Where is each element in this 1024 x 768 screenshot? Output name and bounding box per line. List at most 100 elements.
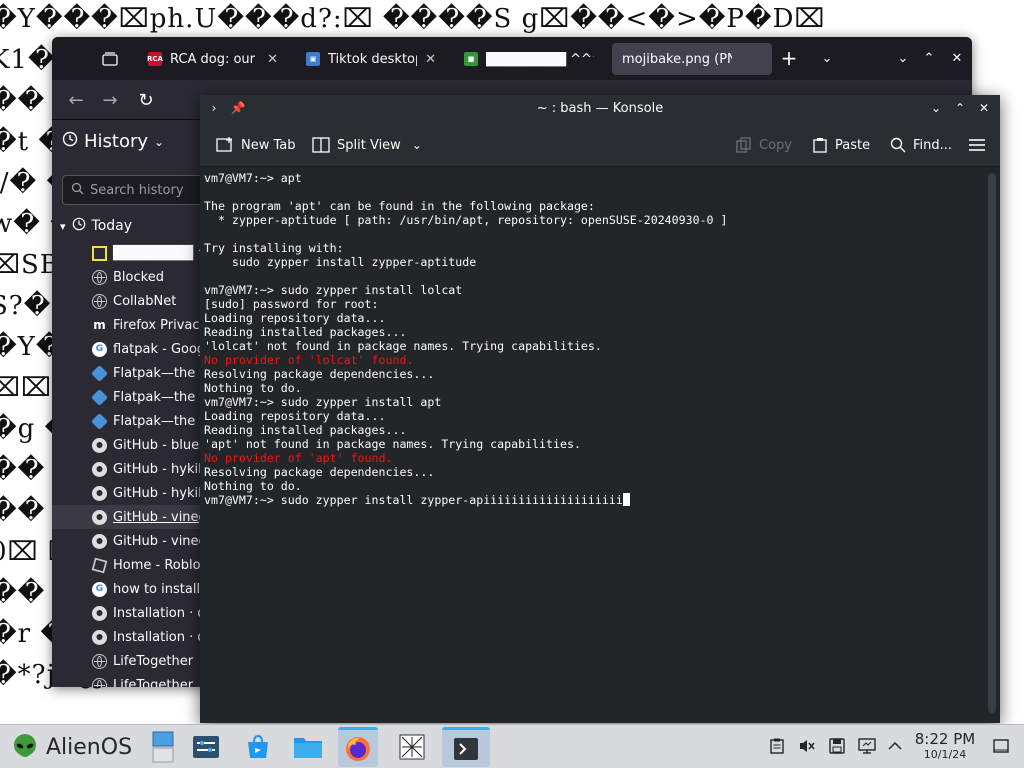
new-tab-button[interactable]: New Tab [216,133,296,157]
image-viewer-icon[interactable] [392,727,432,767]
tab-favicon-icon: RCA [147,52,163,66]
history-item-label: Home - Roblox [113,557,208,573]
history-item-label: Flatpak—the f [113,365,204,381]
discover-store-icon[interactable] [238,727,278,767]
alien-logo-icon [14,734,36,757]
minimize-icon[interactable]: ⌄ [928,100,944,116]
tab-close-icon[interactable]: ✕ [425,52,436,67]
list-all-tabs-icon[interactable] [98,47,122,71]
terminal-line: vm7@VM7:~> sudo zypper install apt [204,395,442,409]
chevron-up-icon[interactable] [886,737,904,755]
history-title: History [84,131,149,152]
reload-icon[interactable]: ↻ [134,88,158,112]
show-desktop-icon[interactable] [992,737,1010,755]
file-manager-icon[interactable] [288,727,328,767]
wallpaper-text-line: �Y���⌧ph.U���d?:⌧ ����S g⌧��<�>�P�D⌧ [0,4,826,34]
paste-button[interactable]: Paste [812,133,870,157]
browser-tab[interactable]: RCA RCA dog: our fa ✕ [138,43,288,75]
history-item-label: Firefox Privacy [113,317,208,333]
copy-button[interactable]: Copy [736,133,792,157]
history-item-label: Flatpak—the f [113,413,204,429]
history-item-label: GitHub - hykilp [113,485,210,501]
roblox-icon [91,557,108,573]
new-tab-button[interactable]: + [778,46,800,70]
volume-muted-icon[interactable] [798,737,816,755]
globe-icon [92,653,107,669]
terminal-output[interactable]: vm7@VM7:~> apt The program 'apt' can be … [200,168,985,723]
google-icon: G [92,341,107,357]
browser-tab[interactable]: ■ ████████ ^^^ [454,43,604,75]
split-view-label: Split View [337,137,401,153]
history-item-label: GitHub - vineg [113,533,207,549]
clipboard-icon[interactable] [768,737,786,755]
hamburger-menu-icon[interactable] [968,133,986,157]
tab-label: mojibake.png (PNG [622,51,732,67]
github-icon [92,629,107,645]
chevron-down-icon: ▾ [60,219,66,233]
copy-icon [736,137,751,153]
find-button[interactable]: Find... [890,133,952,157]
search-icon [71,182,84,199]
history-item-label: flatpak - Goog [113,341,206,357]
globe-icon [92,269,107,285]
close-icon[interactable]: ✕ [976,100,992,116]
history-group-today[interactable]: ▾ Today [60,217,132,235]
browser-tab[interactable]: ▣ Tiktok desktop a ✕ [296,43,446,75]
browser-tab[interactable]: mojibake.png (PNG [612,43,772,75]
terminal-error-line: No provider of 'lolcat' found. [204,353,414,367]
terminal-line: The program 'apt' can be found in the fo… [204,199,595,213]
network-icon[interactable] [858,737,876,755]
tab-label: Tiktok desktop a [328,51,417,67]
paste-icon [813,138,827,153]
clock[interactable]: 8:22 PM 10/1/24 [910,730,980,762]
split-view-button[interactable]: Split View ⌄ [312,133,422,157]
history-item-label: Flatpak—the f [113,389,204,405]
history-header[interactable]: History ⌄ [62,131,164,152]
history-sidebar: History ⌄ Search history ▾ Today ███████… [52,121,234,688]
terminal-line: 'apt' not found in package names. Trying… [204,437,581,451]
globe-icon [92,677,107,687]
close-icon[interactable]: ✕ [946,47,968,69]
new-tab-label: New Tab [241,137,296,153]
clock-icon [72,217,86,235]
terminal-line: Resolving package dependencies... [204,367,435,381]
search-icon [890,137,906,153]
minimize-icon[interactable]: ⌄ [892,47,914,69]
mozilla-icon: m [93,318,106,332]
taskbar: AlienOS 8:22 PM 10/1/24 [0,724,1024,768]
maximize-icon[interactable]: ⌃ [918,47,940,69]
konsole-titlebar[interactable]: › 📌 ~ : bash — Konsole ⌄ ⌃ ✕ [200,95,1000,122]
paste-label: Paste [835,137,871,153]
search-history-input[interactable]: Search history [62,175,222,205]
history-item-label: CollabNet [113,293,177,309]
terminal-line: sudo zypper install zypper-aptitude [204,255,477,269]
disk-icon[interactable] [828,737,846,755]
back-arrow-icon[interactable]: ← [64,88,88,112]
terminal-line: Nothing to do. [204,479,302,493]
terminal-line: Try installing with: [204,241,344,255]
terminal-scrollbar[interactable] [988,173,996,713]
clock-time: 8:22 PM [914,730,976,748]
tab-list-chevron-icon[interactable]: ⌄ [816,47,838,69]
terminal-line: Reading installed packages... [204,325,407,339]
pager-icon[interactable] [150,727,176,767]
konsole-taskbar-icon[interactable] [442,727,490,767]
konsole-window[interactable]: › 📌 ~ : bash — Konsole ⌄ ⌃ ✕ New Tab Spl… [200,95,1000,723]
clock-date: 10/1/24 [923,748,967,761]
history-item-label: Installation · d [113,629,206,645]
maximize-icon[interactable]: ⌃ [952,100,968,116]
system-settings-icon[interactable] [186,727,226,767]
firefox-taskbar-icon[interactable] [338,727,378,767]
firefox-tab-bar: RCA RCA dog: our fa ✕ ▣ Tiktok desktop a ✕ ■ ██… [52,37,972,80]
split-view-icon [312,137,330,153]
forward-arrow-icon[interactable]: → [98,88,122,112]
start-menu-button[interactable]: AlienOS [12,731,132,763]
history-item-label: LifeTogether [113,677,194,688]
history-item[interactable]: GitHub - vineg [52,505,222,529]
new-tab-icon [216,137,232,152]
tab-close-icon[interactable]: ✕ [267,52,278,67]
tab-favicon-icon: ▣ [306,52,320,66]
github-icon [92,509,107,525]
terminal-line: vm7@VM7:~> sudo zypper install lolcat [204,283,463,297]
tab-favicon-icon: ■ [464,52,478,66]
